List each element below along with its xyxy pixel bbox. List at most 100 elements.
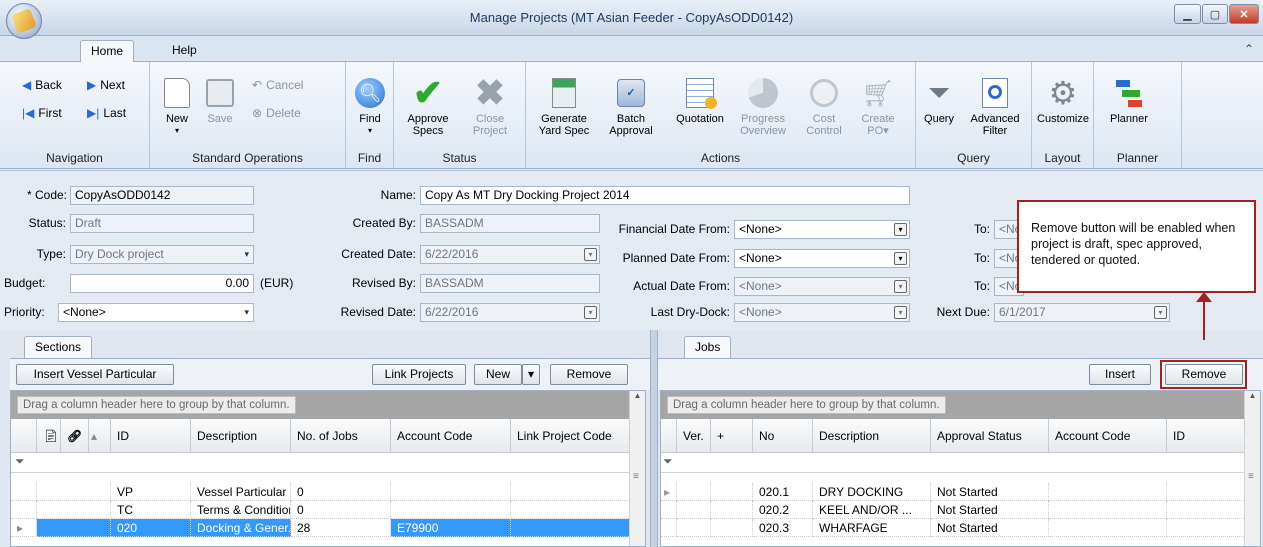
calendar-dropdown-icon[interactable]: ▾ <box>894 223 907 236</box>
group-actions: Generate Yard Spec ✓ Batch Approval Quotati… <box>526 62 916 168</box>
to-label: To: <box>973 251 990 265</box>
row-indicator <box>661 519 677 537</box>
save-button[interactable]: Save <box>202 76 238 125</box>
financial-date-from-label: Financial Date From: <box>618 222 730 236</box>
revised-date-label: Revised Date: <box>340 305 416 319</box>
name-field[interactable]: Copy As MT Dry Docking Project 2014 <box>420 186 910 205</box>
app-menu-button[interactable] <box>6 3 42 39</box>
tab-sections[interactable]: Sections <box>24 336 93 358</box>
financial-date-from-field[interactable]: <None> ▾ <box>734 220 910 239</box>
vertical-scrollbar[interactable]: ▲ ≡ <box>629 391 645 546</box>
calendar-dropdown-icon[interactable]: ▾ <box>584 306 597 319</box>
cancel-button[interactable]: ↶ Cancel <box>252 78 303 92</box>
column-header-description[interactable]: Description <box>813 419 931 453</box>
priority-select[interactable]: <None> ▾ <box>58 303 254 322</box>
link-projects-button[interactable]: Link Projects <box>372 364 466 385</box>
remove-section-button[interactable]: Remove <box>550 364 628 385</box>
close-x-icon: ✖ <box>474 72 506 113</box>
customize-button[interactable]: ⚙ Customize <box>1036 76 1090 125</box>
ribbon-collapse-icon[interactable]: ⌃ <box>1244 42 1254 56</box>
code-field[interactable]: CopyAsODD0142 <box>70 186 254 205</box>
calendar-dropdown-icon[interactable]: ▾ <box>894 306 907 319</box>
column-header-account-code[interactable]: Account Code <box>1049 419 1167 453</box>
current-row-indicator-icon: ▸ <box>11 519 37 537</box>
calendar-dropdown-icon[interactable]: ▾ <box>894 280 907 293</box>
maximize-button[interactable]: ▢ <box>1202 4 1228 24</box>
jobs-toolbar: Insert Remove <box>658 358 1263 390</box>
group-by-hint: Drag a column header here to group by th… <box>667 396 946 414</box>
back-button[interactable]: ◀ Back <box>22 78 62 92</box>
cost-control-button[interactable]: Cost Control <box>802 76 846 137</box>
chevron-down-icon: ▾ <box>527 367 535 381</box>
column-header-description[interactable]: Description <box>191 419 291 453</box>
planned-date-from-field[interactable]: <None> ▾ <box>734 249 910 268</box>
new-section-button[interactable]: New <box>474 364 522 385</box>
column-header-id[interactable]: ID <box>1167 419 1246 453</box>
group-by-hint: Drag a column header here to group by th… <box>17 396 296 414</box>
calendar-dropdown-icon[interactable]: ▾ <box>894 252 907 265</box>
quotation-button[interactable]: Quotation <box>672 76 728 125</box>
vertical-scrollbar[interactable]: ▲ ≡ <box>1244 391 1260 546</box>
tab-help[interactable]: Help <box>162 40 202 62</box>
insert-vessel-particular-button[interactable]: Insert Vessel Particular <box>16 364 174 385</box>
close-button[interactable]: ✕ <box>1229 4 1259 24</box>
group-query: ⏷ Query Advanced Filter Query <box>916 62 1032 168</box>
new-button[interactable]: New ▾ <box>158 76 196 137</box>
splitter[interactable] <box>650 330 658 547</box>
type-select[interactable]: Dry Dock project ▾ <box>70 245 254 264</box>
tab-jobs[interactable]: Jobs <box>684 336 732 358</box>
cell-no-of-jobs: 28 <box>291 519 391 537</box>
next-arrow-icon: ▶ <box>87 78 97 92</box>
last-button[interactable]: ▶| Last <box>87 106 126 120</box>
group-label: Layout <box>1044 151 1081 165</box>
scroll-grip-icon[interactable]: ≡ <box>633 471 639 482</box>
approve-specs-button[interactable]: ✔ Approve Specs <box>404 72 452 138</box>
cell-plus <box>711 483 753 501</box>
find-button[interactable]: 🔍︎ Find ▾ <box>352 76 388 137</box>
new-dropdown-button[interactable]: ▾ <box>522 364 540 385</box>
next-button[interactable]: ▶ Next <box>87 78 125 92</box>
cell-plus <box>711 519 753 537</box>
query-button[interactable]: ⏷ Query <box>920 76 958 126</box>
group-status: ✔ Approve Specs ✖ Close Project Status <box>394 62 526 168</box>
tab-home[interactable]: Home <box>80 40 134 62</box>
note-icon-header[interactable]: 📄︎ <box>37 419 61 453</box>
scroll-up-icon[interactable]: ▲ <box>630 391 645 400</box>
create-po-button[interactable]: 🛒︎ Create PO▾ <box>856 76 900 137</box>
calendar-dropdown-icon[interactable]: ▾ <box>584 248 597 261</box>
planner-gantt-icon <box>1112 76 1146 110</box>
filter-row[interactable]: ⏷ <box>661 453 1246 473</box>
planner-button[interactable]: Planner <box>1104 76 1154 125</box>
column-header-no-of-jobs[interactable]: No. of Jobs <box>291 419 391 453</box>
column-header-account-code[interactable]: Account Code <box>391 419 511 453</box>
minimize-button[interactable]: ▁ <box>1174 4 1201 24</box>
delete-button[interactable]: ⊗ Delete <box>252 106 301 120</box>
column-header-plus[interactable]: + <box>711 419 753 453</box>
scroll-up-icon[interactable]: ▲ <box>1245 391 1260 400</box>
column-header-id[interactable]: ID <box>111 419 191 453</box>
batch-approval-icon: ✓ <box>614 76 648 110</box>
close-project-button[interactable]: ✖ Close Project <box>466 72 514 138</box>
progress-overview-button[interactable]: Progress Overview <box>738 76 788 137</box>
link-icon-header[interactable]: 🔗︎ <box>61 419 89 453</box>
column-header-link-project-code[interactable]: Link Project Code <box>511 419 631 453</box>
insert-job-button[interactable]: Insert <box>1089 364 1151 385</box>
column-header-no[interactable]: No <box>753 419 813 453</box>
generate-yard-spec-button[interactable]: Generate Yard Spec <box>534 76 594 137</box>
advanced-filter-button[interactable]: Advanced Filter <box>964 76 1026 137</box>
column-header-ver[interactable]: Ver. <box>677 419 711 453</box>
first-button[interactable]: |◀ First <box>22 106 62 120</box>
cell-account-code <box>391 501 511 519</box>
budget-field[interactable]: 0.00 <box>70 274 254 293</box>
group-planner: Planner Planner <box>1094 62 1182 168</box>
calendar-dropdown-icon[interactable]: ▾ <box>1154 306 1167 319</box>
cell-description: KEEL AND/OR ... <box>813 501 931 519</box>
batch-approval-button[interactable]: ✓ Batch Approval <box>606 76 656 137</box>
spacer <box>11 473 631 483</box>
scroll-grip-icon[interactable]: ≡ <box>1248 471 1254 482</box>
current-row-indicator-icon: ▸ <box>661 483 677 501</box>
checkmark-icon: ✔ <box>412 72 444 113</box>
filter-row[interactable]: ⏷ <box>11 453 631 473</box>
group-by-bar: Drag a column header here to group by th… <box>11 391 629 419</box>
column-header-approval-status[interactable]: Approval Status <box>931 419 1049 453</box>
